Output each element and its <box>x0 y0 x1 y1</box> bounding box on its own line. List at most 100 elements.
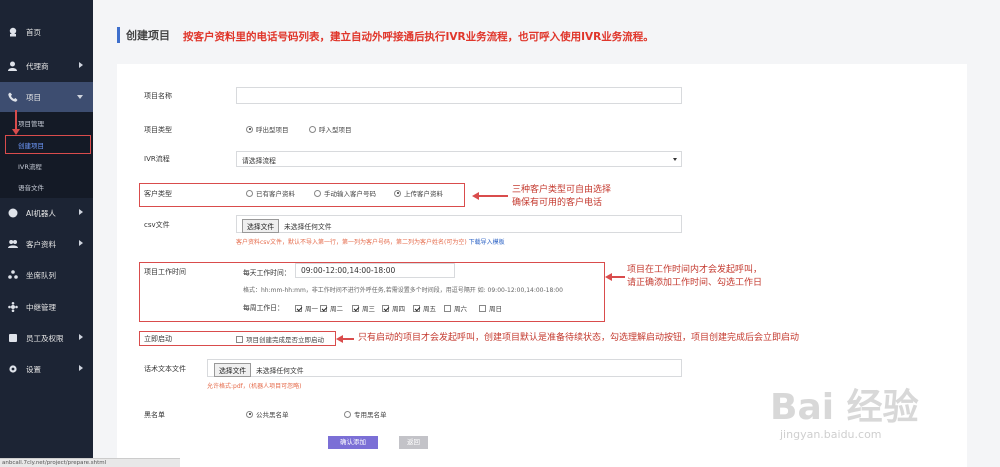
baidu-watermark-url: jingyan.baidu.com <box>780 428 882 441</box>
daily-time-input[interactable]: 09:00-12:00,14:00-18:00 <box>295 263 455 278</box>
annotation-customer-type: 三种客户类型可自由选择 确保有可用的客户电话 <box>512 184 611 210</box>
submenu-item-project-manage[interactable]: 项目管理 <box>18 118 44 128</box>
baidu-watermark: Bai 经验 <box>770 387 919 428</box>
radio-label: 呼出型项目 <box>256 126 289 134</box>
phone-icon <box>8 92 18 102</box>
annotation-arrow-work-time <box>605 273 625 280</box>
ivr-label: IVR流程 <box>144 155 170 163</box>
chevron-right-icon <box>79 240 83 246</box>
users-icon <box>8 239 18 249</box>
checkbox-label: 周一 <box>305 305 318 313</box>
annotation-work-time: 项目在工作时间内才会发起呼叫， 请正确添加工作时间、勾选工作日 <box>627 264 762 290</box>
chevron-down-icon <box>77 95 83 99</box>
nav-item-home[interactable]: 首页 <box>0 17 93 47</box>
nav-item-ai-robot[interactable]: AI机器人 <box>0 198 93 228</box>
staff-icon <box>8 333 18 343</box>
annotation-arrow-down <box>12 110 20 135</box>
radio-label: 手动输入客户号码 <box>324 190 376 198</box>
checkbox-saturday[interactable]: 周六 <box>444 303 467 313</box>
checkbox-monday[interactable]: 周一 <box>295 303 318 313</box>
checkbox-friday[interactable]: 周五 <box>413 303 436 313</box>
radio-inbound[interactable]: 呼入型项目 <box>309 124 352 134</box>
nav-label: AI机器人 <box>26 208 56 218</box>
csv-choose-file-button[interactable]: 选择文件 <box>242 219 280 233</box>
script-no-file-text: 未选择任何文件 <box>256 367 304 375</box>
title-bar: 创建项目 <box>117 27 170 43</box>
script-choose-file-button[interactable]: 选择文件 <box>214 363 252 377</box>
radio-dot <box>246 189 253 197</box>
nav-label: 中继管理 <box>26 302 56 312</box>
checkbox-box <box>444 304 451 312</box>
radio-manual-input[interactable]: 手动输入客户号码 <box>314 188 376 198</box>
nav-item-agent[interactable]: 代理商 <box>0 51 93 81</box>
chevron-right-icon <box>79 365 83 371</box>
radio-label: 上传客户资料 <box>404 190 443 198</box>
csv-hint-text: 客户资料csv文件，默认不导入第一行，第一列为客户号码，第二列为客户姓名(可为空… <box>236 239 467 246</box>
gear-icon <box>8 364 18 374</box>
chevron-right-icon <box>79 209 83 215</box>
dashboard-icon <box>8 27 18 37</box>
nav-item-staff[interactable]: 员工及权限 <box>0 323 93 353</box>
queue-icon <box>8 270 18 280</box>
ivr-select[interactable]: 请选择流程 <box>236 151 682 167</box>
user-icon <box>8 61 18 71</box>
radio-public-blacklist[interactable]: 公共黑名单 <box>246 409 289 419</box>
checkbox-box <box>413 304 420 312</box>
back-button[interactable]: 返回 <box>399 436 428 449</box>
project-name-input[interactable] <box>236 87 682 104</box>
submenu-project: 项目管理 创建项目 IVR流程 语音文件 <box>0 112 93 198</box>
annotation-line: 请正确添加工作时间、勾选工作日 <box>627 278 763 288</box>
nav-item-queue[interactable]: 坐席队列 <box>0 260 93 290</box>
time-format-hint: 格式：hh:mm-hh:mm，非工作时间不进行外呼任务,若需设置多个时间段，用逗… <box>243 287 563 294</box>
checkbox-box <box>479 304 486 312</box>
checkbox-label: 周二 <box>330 305 343 313</box>
csv-no-file-text: 未选择任何文件 <box>284 223 332 231</box>
nav-item-project[interactable]: 项目 <box>0 82 93 112</box>
annotation-line: 项目在工作时间内才会发起呼叫， <box>627 265 763 275</box>
checkbox-box <box>320 304 327 312</box>
annotation-highlight-box <box>5 135 91 154</box>
checkbox-thursday[interactable]: 周四 <box>382 303 405 313</box>
nav-label: 坐席队列 <box>26 270 56 280</box>
checkbox-tuesday[interactable]: 周二 <box>320 303 343 313</box>
chevron-right-icon <box>79 334 83 340</box>
script-file-label: 话术文本文件 <box>144 365 186 373</box>
checkbox-sunday[interactable]: 周日 <box>479 303 502 313</box>
radio-dot <box>309 125 316 133</box>
radio-outbound[interactable]: 呼出型项目 <box>246 124 289 134</box>
radio-dot <box>314 189 321 197</box>
nav-item-relay[interactable]: 中继管理 <box>0 292 93 322</box>
checkbox-start-now[interactable]: 项目创建完成是否立即启动 <box>236 334 324 344</box>
annotation-arrow-start <box>336 335 354 342</box>
ivr-select-value: 请选择流程 <box>242 157 276 165</box>
radio-label: 已有客户资料 <box>256 190 295 198</box>
nav-label: 员工及权限 <box>26 333 64 343</box>
relay-icon <box>8 302 18 312</box>
project-name-label: 项目名称 <box>144 92 172 100</box>
checkbox-label: 周三 <box>362 305 375 313</box>
nav-label: 设置 <box>26 364 41 374</box>
checkbox-box <box>382 304 389 312</box>
checkbox-box <box>295 304 302 312</box>
download-template-link[interactable]: 下载导入模板 <box>469 239 505 246</box>
radio-upload-customers[interactable]: 上传客户资料 <box>394 188 443 198</box>
radio-label: 专用黑名单 <box>354 411 387 419</box>
radio-existing-customers[interactable]: 已有客户资料 <box>246 188 295 198</box>
project-type-label: 项目类型 <box>144 126 172 134</box>
nav-item-settings[interactable]: 设置 <box>0 354 93 384</box>
page-description: 按客户资料里的电话号码列表，建立自动外呼接通后执行IVR业务流程，也可呼入使用I… <box>183 31 654 43</box>
checkbox-wednesday[interactable]: 周三 <box>352 303 375 313</box>
confirm-add-button[interactable]: 确认添加 <box>328 436 378 449</box>
submenu-item-voice-files[interactable]: 语音文件 <box>18 182 44 192</box>
page-title: 创建项目 <box>126 29 170 42</box>
radio-private-blacklist[interactable]: 专用黑名单 <box>344 409 387 419</box>
start-now-label: 立即启动 <box>144 335 172 343</box>
submenu-item-ivr[interactable]: IVR流程 <box>18 161 42 171</box>
chevron-right-icon <box>79 62 83 68</box>
checkbox-label: 周五 <box>423 305 436 313</box>
weekly-label: 每周工作日： <box>243 304 284 312</box>
radio-dot <box>246 125 253 133</box>
annotation-line: 确保有可用的客户电话 <box>512 198 603 208</box>
nav-item-customers[interactable]: 客户资料 <box>0 229 93 259</box>
customer-type-label: 客户类型 <box>144 190 172 198</box>
